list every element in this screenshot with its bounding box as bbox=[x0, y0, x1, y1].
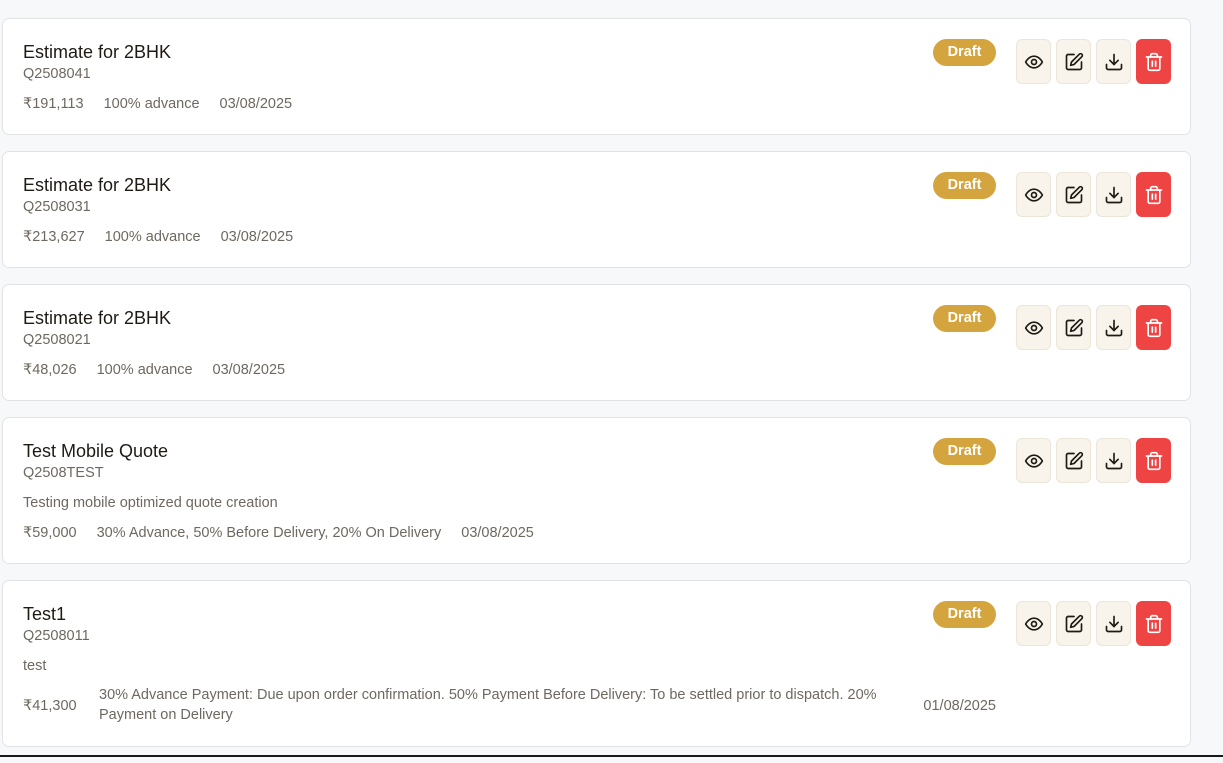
view-button[interactable] bbox=[1016, 601, 1051, 646]
edit-icon bbox=[1065, 614, 1083, 632]
delete-button[interactable] bbox=[1136, 601, 1171, 646]
quote-amount: ₹59,000 bbox=[23, 525, 77, 541]
quote-date: 03/08/2025 bbox=[461, 525, 534, 541]
quote-actions bbox=[1016, 305, 1171, 350]
view-button[interactable] bbox=[1016, 172, 1051, 217]
quote-amount: ₹41,300 bbox=[23, 698, 77, 714]
eye-icon bbox=[1024, 616, 1043, 631]
quote-card[interactable]: Test Mobile Quote Q2508TEST Testing mobi… bbox=[2, 417, 1191, 564]
edit-icon bbox=[1065, 185, 1083, 203]
delete-button[interactable] bbox=[1136, 39, 1171, 84]
quote-meta: ₹59,000 30% Advance, 50% Before Delivery… bbox=[23, 524, 554, 542]
quote-title: Test Mobile Quote bbox=[23, 441, 169, 461]
quote-description: test bbox=[23, 658, 47, 674]
download-icon bbox=[1105, 615, 1122, 632]
quote-meta: ₹213,627 100% advance 03/08/2025 bbox=[23, 228, 313, 246]
quote-title: Estimate for 2BHK bbox=[23, 42, 172, 62]
trash-icon bbox=[1145, 185, 1162, 204]
quote-payment-terms: 100% advance bbox=[103, 96, 200, 112]
quote-date: 03/08/2025 bbox=[212, 362, 286, 378]
edit-icon bbox=[1065, 451, 1083, 469]
delete-button[interactable] bbox=[1136, 172, 1171, 217]
quote-title: Estimate for 2BHK bbox=[23, 175, 172, 195]
edit-button[interactable] bbox=[1056, 172, 1091, 217]
quote-payment-terms: 30% Advance Payment: Due upon order conf… bbox=[99, 687, 877, 723]
quote-card[interactable]: Estimate for 2BHK Q2508041 ₹191,113 100%… bbox=[2, 18, 1191, 135]
quote-description: Testing mobile optimized quote creation bbox=[23, 495, 278, 511]
delete-button[interactable] bbox=[1136, 305, 1171, 350]
download-button[interactable] bbox=[1096, 438, 1131, 483]
download-icon bbox=[1105, 186, 1122, 203]
edit-button[interactable] bbox=[1056, 305, 1091, 350]
status-badge: Draft bbox=[933, 172, 996, 199]
trash-icon bbox=[1145, 451, 1162, 470]
quote-title: Estimate for 2BHK bbox=[23, 308, 172, 328]
quote-number: Q2508041 bbox=[23, 66, 91, 82]
status-badge: Draft bbox=[933, 305, 996, 332]
edit-button[interactable] bbox=[1056, 601, 1091, 646]
status-badge: Draft bbox=[933, 39, 996, 66]
download-icon bbox=[1105, 53, 1122, 70]
quote-amount: ₹213,627 bbox=[23, 229, 85, 245]
quote-title: Test1 bbox=[23, 604, 67, 624]
quote-actions bbox=[1016, 172, 1171, 217]
view-button[interactable] bbox=[1016, 438, 1051, 483]
quote-number: Q2508031 bbox=[23, 199, 91, 215]
view-button[interactable] bbox=[1016, 39, 1051, 84]
download-button[interactable] bbox=[1096, 172, 1131, 217]
quote-actions bbox=[1016, 601, 1171, 646]
eye-icon bbox=[1024, 54, 1043, 69]
eye-icon bbox=[1024, 453, 1043, 468]
download-icon bbox=[1105, 452, 1122, 469]
status-badge: Draft bbox=[933, 438, 996, 465]
edit-icon bbox=[1065, 52, 1083, 70]
quote-card[interactable]: Estimate for 2BHK Q2508031 ₹213,627 100%… bbox=[2, 151, 1191, 268]
download-button[interactable] bbox=[1096, 601, 1131, 646]
delete-button[interactable] bbox=[1136, 438, 1171, 483]
quote-card[interactable]: Test1 Q2508011 test ₹41,300 30% Advance … bbox=[2, 580, 1191, 747]
download-button[interactable] bbox=[1096, 305, 1131, 350]
trash-icon bbox=[1145, 614, 1162, 633]
quote-meta: ₹191,113 100% advance 03/08/2025 bbox=[23, 95, 312, 113]
quote-actions bbox=[1016, 438, 1171, 483]
quote-payment-terms: 100% advance bbox=[104, 229, 201, 245]
edit-button[interactable] bbox=[1056, 39, 1091, 84]
download-icon bbox=[1105, 319, 1122, 336]
quote-list: Estimate for 2BHK Q2508041 ₹191,113 100%… bbox=[2, 18, 1191, 763]
quote-number: Q2508021 bbox=[23, 332, 91, 348]
edit-button[interactable] bbox=[1056, 438, 1091, 483]
eye-icon bbox=[1024, 320, 1043, 335]
quote-date: 03/08/2025 bbox=[219, 96, 293, 112]
view-button[interactable] bbox=[1016, 305, 1051, 350]
edit-icon bbox=[1065, 318, 1083, 336]
quote-actions bbox=[1016, 39, 1171, 84]
quote-date: 03/08/2025 bbox=[220, 229, 294, 245]
quote-payment-terms: 100% advance bbox=[96, 362, 193, 378]
quote-amount: ₹191,113 bbox=[23, 96, 84, 112]
status-badge: Draft bbox=[933, 601, 996, 628]
quote-date: 01/08/2025 bbox=[923, 698, 996, 714]
trash-icon bbox=[1145, 52, 1162, 71]
quote-meta: ₹48,026 100% advance 03/08/2025 bbox=[23, 361, 305, 379]
trash-icon bbox=[1145, 318, 1162, 337]
quote-card[interactable]: Estimate for 2BHK Q2508021 ₹48,026 100% … bbox=[2, 284, 1191, 401]
eye-icon bbox=[1024, 187, 1043, 202]
quote-payment-terms: 30% Advance, 50% Before Delivery, 20% On… bbox=[96, 525, 442, 541]
download-button[interactable] bbox=[1096, 39, 1131, 84]
quote-amount: ₹48,026 bbox=[23, 362, 77, 378]
quote-number: Q2508TEST bbox=[23, 465, 104, 481]
quote-number: Q2508011 bbox=[23, 628, 90, 644]
